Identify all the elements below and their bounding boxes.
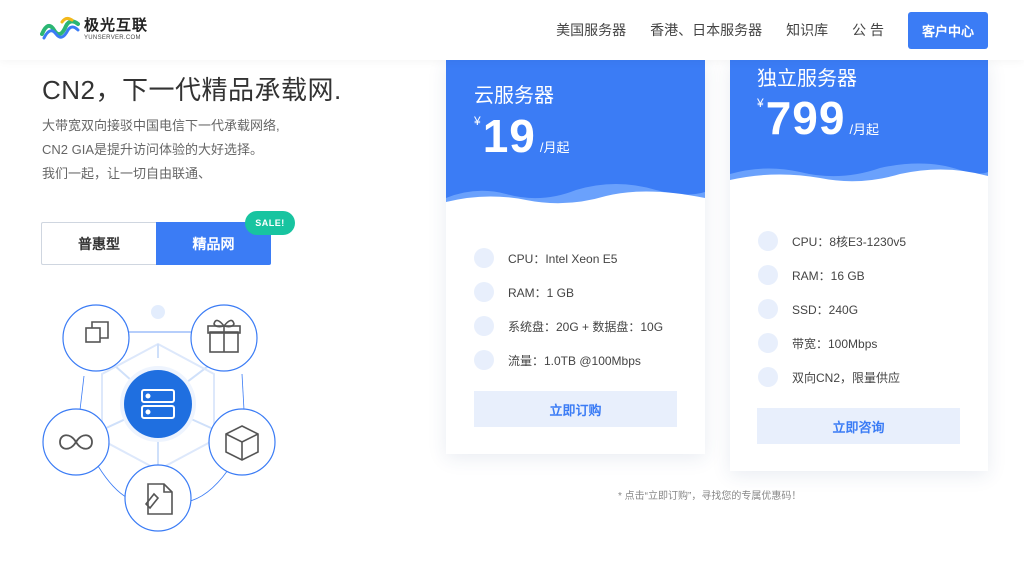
nav-item-knowledge-base[interactable]: 知识库 [786, 11, 828, 49]
price-period: /月起 [849, 122, 880, 137]
spec-item: RAM：16 GB [758, 258, 906, 292]
hero-desc-line: CN2 GIA是提升访问体验的大好选择。 [42, 142, 264, 157]
currency-symbol: ¥ [757, 96, 764, 110]
spec-text: RAM：16 GB [792, 268, 865, 283]
price-period: /月起 [539, 140, 570, 155]
card-title: 独立服务器 [757, 68, 857, 90]
header: 极光互联 YUNSERVER.COM 美国服务器 香港、日本服务器 知识库 公 … [0, 0, 1024, 60]
card-header: 独立服务器 ¥ 799 /月起 [730, 60, 988, 190]
bullet-icon [474, 248, 494, 268]
bullet-icon [758, 367, 778, 387]
spec-item: CPU：Intel Xeon E5 [474, 241, 663, 275]
nav-item-announcements[interactable]: 公 告 [852, 11, 884, 49]
bullet-icon [758, 265, 778, 285]
spec-text: 双向CN2，限量供应 [792, 370, 901, 385]
network-diagram [42, 304, 276, 532]
card-header: 云服务器 ¥ 19 /月起 [446, 60, 705, 210]
spec-text: SSD：240G [792, 302, 859, 317]
price-value: 19 [482, 110, 536, 162]
hero-title: CN2，下一代精品承载网. [42, 75, 342, 105]
spec-text: 系统盘：20G + 数据盘：10G [508, 319, 664, 334]
logo-mark-icon [40, 16, 80, 40]
spec-text: CPU：Intel Xeon E5 [508, 251, 618, 266]
spec-item: CPU：8核E3-1230v5 [758, 224, 906, 258]
hero-description: 大带宽双向接驳中国电信下一代承载网络, CN2 GIA是提升访问体验的大好选择。… [42, 114, 280, 186]
bullet-icon [758, 299, 778, 319]
currency-symbol: ¥ [474, 114, 481, 128]
nav-item-hk-jp-servers[interactable]: 香港、日本服务器 [650, 11, 762, 49]
price-value: 799 [765, 92, 846, 144]
plan-tabs: 普惠型 精品网 [41, 222, 271, 265]
tab-standard[interactable]: 普惠型 [41, 222, 156, 265]
bullet-icon [758, 231, 778, 251]
spec-item: 系统盘：20G + 数据盘：10G [474, 309, 663, 343]
card-price: ¥ 799 /月起 [757, 92, 879, 144]
hero-desc-line: 我们一起，让一切自由联通、 [42, 166, 212, 181]
spec-item: SSD：240G [758, 292, 906, 326]
spec-item: 双向CN2，限量供应 [758, 360, 906, 394]
nav-item-us-servers[interactable]: 美国服务器 [556, 11, 626, 49]
order-now-button[interactable]: 立即订购 [474, 391, 677, 427]
bullet-icon [474, 350, 494, 370]
card-wave [446, 184, 705, 210]
customer-center-button[interactable]: 客户中心 [908, 11, 988, 49]
card-wave [730, 163, 988, 190]
consult-now-button[interactable]: 立即咨询 [757, 408, 960, 444]
logo-name: 极光互联 [84, 16, 149, 34]
spec-list: CPU：Intel Xeon E5 RAM：1 GB 系统盘：20G + 数据盘… [474, 241, 663, 377]
spec-item: 流量：1.0TB @100Mbps [474, 343, 663, 377]
sale-badge: SALE! [245, 211, 295, 235]
logo-sub: YUNSERVER.COM [84, 34, 141, 41]
spec-text: CPU：8核E3-1230v5 [792, 234, 907, 249]
spec-text: 带宽：100Mbps [792, 336, 878, 351]
spec-text: 流量：1.0TB @100Mbps [508, 353, 641, 368]
spec-list: CPU：8核E3-1230v5 RAM：16 GB SSD：240G 带宽：10… [758, 224, 906, 394]
hero-desc-line: 大带宽双向接驳中国电信下一代承载网络, [42, 118, 280, 133]
main-nav: 美国服务器 香港、日本服务器 知识库 公 告 客户中心 [556, 11, 988, 49]
bullet-icon [758, 333, 778, 353]
pricing-card-dedicated: 独立服务器 ¥ 799 /月起 CPU：8核E3-1230v5 RAM：16 G… [730, 60, 988, 471]
spec-text: RAM：1 GB [508, 285, 575, 300]
spec-item: RAM：1 GB [474, 275, 663, 309]
card-price: ¥ 19 /月起 [474, 110, 569, 162]
spec-item: 带宽：100Mbps [758, 326, 906, 360]
card-title: 云服务器 [474, 85, 554, 107]
bullet-icon [474, 316, 494, 336]
logo[interactable]: 极光互联 YUNSERVER.COM [40, 16, 148, 42]
bullet-icon [474, 282, 494, 302]
footnote: * 点击“立即订购”，寻找您的专属优惠码！ [618, 491, 802, 502]
pricing-card-cloud: 云服务器 ¥ 19 /月起 CPU：Intel Xeon E5 RAM：1 GB… [446, 60, 705, 454]
